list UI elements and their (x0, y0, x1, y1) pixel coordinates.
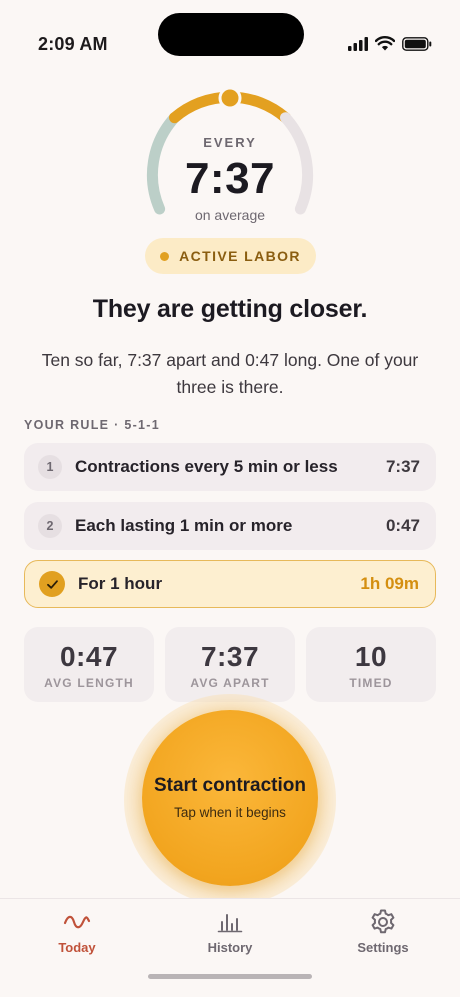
gauge-label-top: EVERY (203, 135, 257, 150)
dynamic-island (158, 13, 304, 56)
stat-card-avg-length: 0:47 AVG LENGTH (24, 627, 154, 702)
wifi-icon (375, 36, 395, 51)
tab-history[interactable]: History (170, 907, 290, 955)
rule-label: Contractions every 5 min or less (75, 457, 338, 476)
phase-label: ACTIVE LABOR (179, 248, 301, 264)
stat-card-avg-apart: 7:37 AVG APART (165, 627, 295, 702)
tab-label: History (207, 940, 253, 955)
gauge-marker (218, 86, 242, 110)
start-contraction-button[interactable]: Start contraction Tap when it begins (142, 710, 318, 886)
cellular-signal-icon (348, 36, 368, 51)
stat-label: TIMED (349, 676, 393, 690)
home-indicator (148, 974, 312, 979)
gauge-value: 7:37 (184, 154, 276, 203)
stat-value: 0:47 (59, 641, 119, 672)
bar-chart-icon (217, 914, 243, 933)
gauge-label-bottom: on average (194, 207, 266, 223)
stat-card-timed: 10 TIMED (306, 627, 436, 702)
rule-label: For 1 hour (78, 574, 163, 593)
battery-icon (402, 36, 432, 51)
rule-number: 1 (38, 455, 62, 479)
tab-bar: Today History Settings (0, 898, 460, 997)
rule-row-interval: 1 Contractions every 5 min or less 7:37 (24, 443, 436, 491)
status-icons (348, 36, 432, 51)
phase-dot (160, 251, 170, 261)
tab-today[interactable]: Today (17, 907, 137, 955)
phase-badge: ACTIVE LABOR (145, 238, 316, 274)
rule-value: 1h 09m (360, 574, 419, 593)
rule-row-hour: For 1 hour 1h 09m (24, 560, 436, 608)
rule-value: 7:37 (385, 457, 420, 476)
stat-label: AVG LENGTH (44, 676, 134, 690)
rule-number: 2 (38, 514, 62, 538)
status-time: 2:09 AM (38, 34, 108, 54)
gear-icon (371, 909, 395, 934)
tab-label: Today (58, 940, 96, 955)
start-button-title: Start contraction (153, 775, 307, 796)
wave-icon (63, 915, 91, 929)
rule-value: 0:47 (385, 516, 420, 535)
headline: They are getting closer. (92, 295, 368, 323)
stat-label: AVG APART (190, 676, 270, 690)
tab-settings[interactable]: Settings (323, 907, 443, 955)
rule-row-duration: 2 Each lasting 1 min or more 0:47 (24, 502, 436, 550)
stat-value: 7:37 (200, 641, 260, 672)
rule-label: Each lasting 1 min or more (75, 516, 293, 535)
check-icon (39, 571, 65, 597)
stat-value: 10 (354, 641, 388, 672)
rule-heading: YOUR RULE · 5-1-1 (24, 418, 161, 432)
start-button-subtitle: Tap when it begins (174, 805, 286, 820)
summary-text: Ten so far, 7:37 apart and 0:47 long. On… (41, 350, 419, 397)
status-bar: 2:09 AM (0, 0, 460, 80)
tab-label: Settings (357, 940, 409, 955)
interval-gauge: EVERY 7:37 on average (130, 82, 330, 247)
